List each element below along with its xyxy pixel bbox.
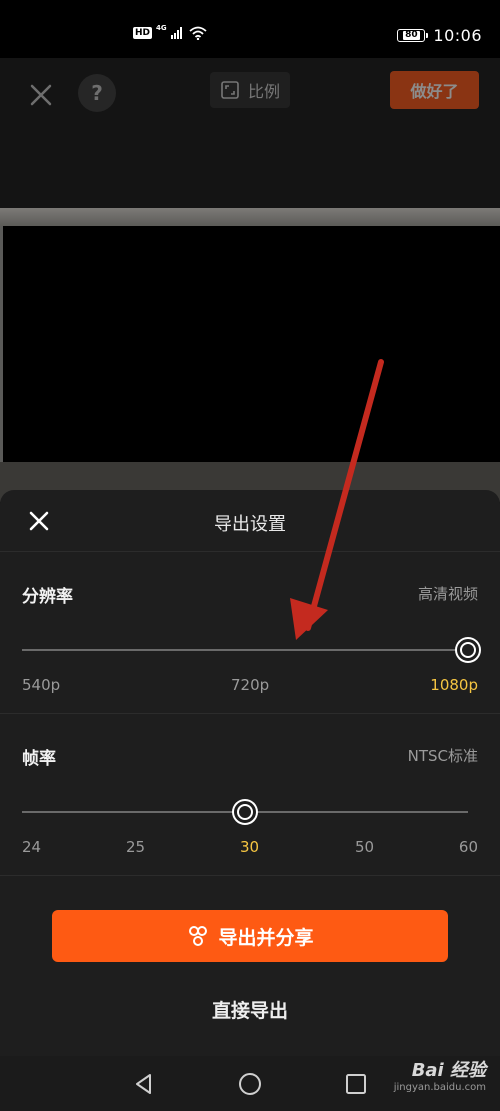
frame-rate-hint: NTSC标准 xyxy=(407,747,478,765)
system-navbar: Bai 经验 jingyan.baidu.com xyxy=(0,1056,500,1111)
export-directly-button[interactable]: 直接导出 xyxy=(0,996,500,1023)
share-cluster-icon xyxy=(189,926,208,946)
baidu-jingyan-watermark: Bai 经验 jingyan.baidu.com xyxy=(394,1060,486,1094)
battery-icon: 80 xyxy=(397,29,429,42)
resolution-hint: 高清视频 xyxy=(417,585,478,603)
recents-square-icon[interactable] xyxy=(344,1072,368,1096)
resolution-slider-track[interactable] xyxy=(22,649,468,651)
export-and-share-label: 导出并分享 xyxy=(218,926,314,949)
frame-rate-label: 帧率 xyxy=(22,749,56,769)
frame-rate-section: 帧率 NTSC标准 24 25 30 50 60 xyxy=(0,714,500,876)
hd-badge-icon: HD xyxy=(133,27,153,39)
done-button[interactable]: 做好了 xyxy=(390,71,479,109)
editor-toolbar: ? 比例 做好了 xyxy=(0,58,500,208)
sheet-title: 导出设置 xyxy=(214,514,286,535)
home-circle-icon[interactable] xyxy=(238,1072,262,1096)
resolution-option-720p[interactable]: 720p xyxy=(231,676,269,694)
help-icon: ? xyxy=(91,81,103,105)
network-type-label: 4G xyxy=(156,24,167,32)
close-icon[interactable] xyxy=(26,80,56,110)
signal-icon xyxy=(170,27,182,39)
video-preview xyxy=(0,208,500,502)
battery-level: 80 xyxy=(403,30,420,40)
preview-canvas xyxy=(3,226,500,462)
frame-rate-option-30[interactable]: 30 xyxy=(240,838,259,856)
sheet-header: 导出设置 xyxy=(0,490,500,552)
back-triangle-icon[interactable] xyxy=(132,1072,156,1096)
aspect-ratio-label: 比例 xyxy=(247,82,280,101)
status-right: 80 10:06 xyxy=(397,26,482,45)
wifi-icon xyxy=(189,26,207,40)
watermark-main: Bai 经验 xyxy=(411,1060,486,1081)
frame-rate-option-25[interactable]: 25 xyxy=(126,838,145,856)
export-settings-sheet: 导出设置 分辨率 高清视频 540p 720p 1080p 帧率 NTSC标准 … xyxy=(0,490,500,1056)
frame-rate-option-60[interactable]: 60 xyxy=(459,838,478,856)
aspect-ratio-icon xyxy=(221,81,239,99)
resolution-label: 分辨率 xyxy=(22,587,73,607)
resolution-slider-thumb[interactable] xyxy=(457,639,479,661)
status-time: 10:06 xyxy=(433,26,482,45)
resolution-option-1080p[interactable]: 1080p xyxy=(430,676,478,694)
frame-rate-option-50[interactable]: 50 xyxy=(355,838,374,856)
frame-rate-option-24[interactable]: 24 xyxy=(22,838,41,856)
status-left: HD 4G xyxy=(133,24,207,40)
resolution-option-540p[interactable]: 540p xyxy=(22,676,60,694)
status-bar: HD 4G 80 10:06 xyxy=(0,0,500,58)
watermark-sub: jingyan.baidu.com xyxy=(393,1082,486,1093)
preview-top-strip xyxy=(0,208,500,226)
export-and-share-button[interactable]: 导出并分享 xyxy=(52,910,448,962)
aspect-ratio-button[interactable]: 比例 xyxy=(210,72,290,108)
help-button[interactable]: ? xyxy=(78,74,116,112)
resolution-section: 分辨率 高清视频 540p 720p 1080p xyxy=(0,552,500,714)
frame-rate-slider-thumb[interactable] xyxy=(234,801,256,823)
